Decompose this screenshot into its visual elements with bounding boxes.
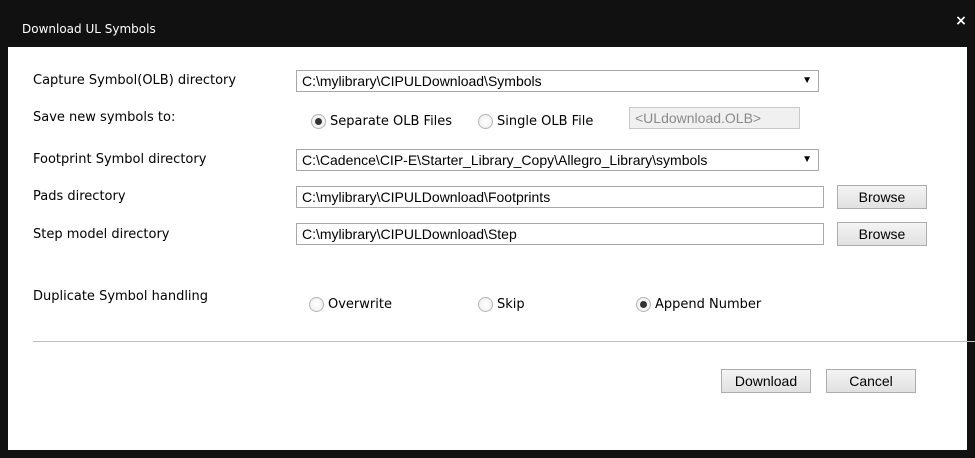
step-browse-button[interactable]: Browse (837, 222, 927, 246)
separate-olb-label[interactable]: Separate OLB Files (330, 114, 452, 129)
title-bar[interactable]: Download UL Symbols × (8, 0, 967, 47)
pads-directory-label: Pads directory (33, 189, 126, 204)
overwrite-radio[interactable] (309, 297, 324, 312)
separate-olb-radio[interactable] (311, 114, 326, 129)
capture-directory-label: Capture Symbol(OLB) directory (33, 73, 237, 88)
skip-option[interactable]: Skip (478, 297, 525, 312)
capture-directory-value: C:\mylibrary\CIPULDownload\Symbols (302, 73, 542, 89)
download-ul-symbols-dialog: Download UL Symbols × Capture Symbol(OLB… (0, 0, 975, 458)
skip-radio[interactable] (478, 297, 493, 312)
capture-directory-select[interactable]: C:\mylibrary\CIPULDownload\Symbols ▼ (296, 70, 819, 92)
separate-olb-option[interactable]: Separate OLB Files (311, 114, 452, 129)
skip-label[interactable]: Skip (497, 297, 525, 312)
append-number-radio[interactable] (636, 297, 651, 312)
dialog-content: Capture Symbol(OLB) directory C:\mylibra… (8, 47, 975, 450)
overwrite-label[interactable]: Overwrite (328, 297, 392, 312)
overwrite-option[interactable]: Overwrite (309, 297, 392, 312)
save-new-symbols-label: Save new symbols to: (33, 110, 176, 125)
chevron-down-icon: ▼ (802, 75, 812, 86)
chevron-down-icon: ▼ (802, 154, 812, 165)
step-directory-value: C:\mylibrary\CIPULDownload\Step (302, 226, 517, 242)
duplicate-handling-label: Duplicate Symbol handling (33, 289, 209, 304)
pads-browse-button[interactable]: Browse (837, 185, 927, 209)
append-number-option[interactable]: Append Number (636, 297, 761, 312)
pads-directory-input[interactable]: C:\mylibrary\CIPULDownload\Footprints (296, 186, 824, 208)
single-olb-filename-value: <ULdownload.OLB> (635, 110, 762, 126)
single-olb-option[interactable]: Single OLB File (478, 114, 593, 129)
single-olb-filename-field: <ULdownload.OLB> (629, 107, 800, 129)
step-directory-label: Step model directory (33, 227, 170, 242)
divider (33, 341, 975, 342)
single-olb-label[interactable]: Single OLB File (497, 114, 593, 129)
footprint-directory-label: Footprint Symbol directory (33, 152, 207, 167)
pads-directory-value: C:\mylibrary\CIPULDownload\Footprints (302, 189, 551, 205)
footprint-directory-value: C:\Cadence\CIP-E\Starter_Library_Copy\Al… (302, 152, 708, 168)
single-olb-radio[interactable] (478, 114, 493, 129)
dialog-title: Download UL Symbols (22, 22, 156, 36)
cancel-button[interactable]: Cancel (826, 369, 916, 393)
close-icon[interactable]: × (953, 14, 969, 28)
step-directory-input[interactable]: C:\mylibrary\CIPULDownload\Step (296, 223, 824, 245)
append-number-label[interactable]: Append Number (655, 297, 761, 312)
download-button[interactable]: Download (721, 369, 811, 393)
footprint-directory-select[interactable]: C:\Cadence\CIP-E\Starter_Library_Copy\Al… (296, 149, 819, 171)
